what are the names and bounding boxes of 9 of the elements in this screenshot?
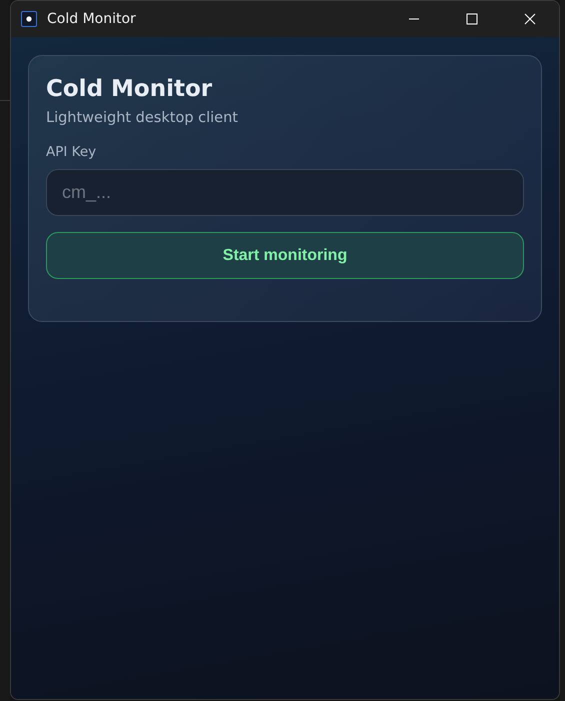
field-label: API Key xyxy=(46,144,98,160)
card-subtitle: Lightweight desktop client xyxy=(46,110,239,126)
app-icon xyxy=(21,11,37,27)
maximize-icon[interactable] xyxy=(466,13,478,25)
card-title: Cold Monitor xyxy=(46,75,214,104)
api-key-field[interactable]: cm_... xyxy=(46,169,524,216)
window-title: Cold Monitor xyxy=(47,11,137,27)
close-icon[interactable] xyxy=(524,13,536,25)
start-monitoring-button[interactable]: Start monitoring xyxy=(46,232,524,279)
